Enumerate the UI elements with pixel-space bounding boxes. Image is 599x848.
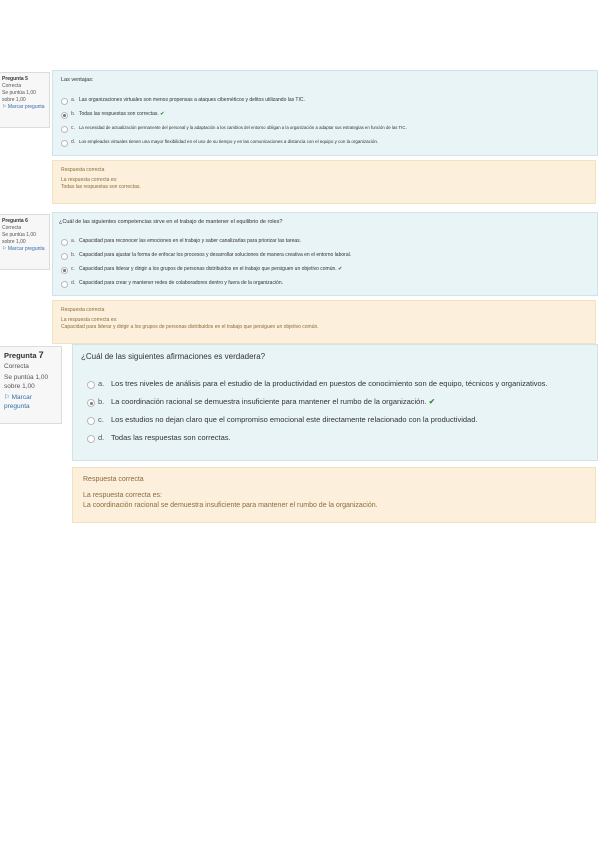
answer-radio[interactable] — [61, 126, 68, 133]
feedback-title: Respuesta correcta — [61, 307, 105, 313]
answer-radio-selected[interactable] — [87, 399, 95, 407]
question-status: Correcta — [2, 225, 22, 231]
answer-option-a[interactable]: a. Las organizaciones virtuales son meno… — [61, 97, 591, 107]
answer-text: Capacidad para reconocer las emociones e… — [79, 238, 302, 244]
answer-text: Los tres niveles de análisis para el est… — [111, 379, 548, 388]
flag-question-link[interactable]: ⚐ Marcar pregunta — [2, 104, 47, 111]
answer-option-b[interactable]: b. Capacidad para ajustar la forma de en… — [61, 252, 591, 262]
flag-icon: ⚐ — [2, 246, 7, 252]
question-info: Pregunta 6 Correcta Se puntúa 1,00 sobre… — [0, 214, 50, 270]
feedback-title: Respuesta correcta — [61, 167, 105, 173]
answer-text: La coordinación racional se demuestra in… — [111, 397, 435, 406]
answer-radio[interactable] — [61, 253, 68, 260]
question-text: ¿Cuál de las siguientes competencias sir… — [59, 219, 283, 225]
answer-option-b[interactable]: b. La coordinación racional se demuestra… — [87, 397, 592, 409]
question-number: Pregunta 6 — [2, 218, 28, 224]
answer-option-c[interactable]: c. Capacidad para liderar y dirigir a lo… — [61, 266, 591, 276]
flag-icon: ⚐ — [4, 394, 10, 401]
question-content: ¿Cuál de las siguientes afirmaciones es … — [72, 344, 598, 461]
question-7: Pregunta 7 Correcta Se puntúa 1,00 sobre… — [0, 344, 599, 528]
feedback-box: Respuesta correcta La respuesta correcta… — [72, 467, 596, 523]
feedback-intro: La respuesta correcta es: — [83, 492, 162, 499]
question-info: Pregunta 5 Correcta Se puntúa 1,00 sobre… — [0, 72, 50, 128]
answer-option-d[interactable]: d. Todas las respuestas son correctas. — [87, 433, 592, 445]
answer-radio[interactable] — [61, 140, 68, 147]
check-icon: ✔ — [428, 397, 435, 406]
question-status: Correcta — [2, 83, 22, 89]
feedback-box: Respuesta correcta La respuesta correcta… — [52, 160, 596, 204]
feedback-box: Respuesta correcta La respuesta correcta… — [52, 300, 596, 344]
answer-radio[interactable] — [87, 435, 95, 443]
answer-radio[interactable] — [87, 381, 95, 389]
answer-radio[interactable] — [87, 417, 95, 425]
answer-text: Todas las respuestas son correctas. — [111, 433, 231, 442]
question-grade: Se puntúa 1,00 sobre 1,00 — [2, 232, 36, 245]
question-text: Las ventajas: — [61, 77, 94, 83]
feedback-intro: La respuesta correcta es: — [61, 317, 118, 323]
feedback-title: Respuesta correcta — [83, 476, 144, 483]
check-icon: ✔ — [160, 111, 165, 117]
answer-option-b[interactable]: b. Todas las respuestas son correctas. ✔ — [61, 111, 591, 121]
answer-text: Capacidad para liderar y dirigir a los g… — [79, 266, 343, 272]
answer-text: Capacidad para ajustar la forma de enfoc… — [79, 252, 352, 258]
answer-option-c[interactable]: c. La necesidad de actualización permane… — [61, 125, 591, 135]
answer-radio-selected[interactable] — [61, 112, 68, 119]
answer-radio[interactable] — [61, 98, 68, 105]
answer-text: Capacidad para crear y mantener redes de… — [79, 280, 284, 286]
question-number: Pregunta 5 — [2, 76, 28, 82]
question-status: Correcta — [4, 363, 29, 370]
answer-radio-selected[interactable] — [61, 267, 68, 274]
question-content: Las ventajas: a. Las organizaciones virt… — [52, 70, 598, 156]
question-info: Pregunta 7 Correcta Se puntúa 1,00 sobre… — [0, 346, 62, 424]
flag-question-link[interactable]: ⚐ Marcar pregunta — [2, 246, 47, 253]
feedback-answer: Todas las respuestas son correctas. — [61, 184, 141, 190]
answer-option-a[interactable]: a. Capacidad para reconocer las emocione… — [61, 238, 591, 248]
answer-option-a[interactable]: a. Los tres niveles de análisis para el … — [87, 379, 592, 391]
answer-text: Las organizaciones virtuales son menos p… — [79, 97, 305, 103]
answer-text: Todas las respuestas son correctas. ✔ — [79, 111, 165, 117]
feedback-intro: La respuesta correcta es: — [61, 177, 118, 183]
feedback-answer: Capacidad para liderar y dirigir a los g… — [61, 324, 319, 330]
question-6: Pregunta 6 Correcta Se puntúa 1,00 sobre… — [0, 212, 599, 344]
question-grade: Se puntúa 1,00 sobre 1,00 — [2, 90, 36, 103]
question-number: Pregunta 7 — [4, 350, 44, 361]
answer-text: Los empleados virtuales tienen una mayor… — [79, 139, 379, 144]
check-icon: ✔ — [338, 266, 343, 272]
question-content: ¿Cuál de las siguientes competencias sir… — [52, 212, 598, 296]
flag-icon: ⚐ — [2, 104, 7, 110]
answer-option-d[interactable]: d. Los empleados virtuales tienen una ma… — [61, 139, 591, 149]
answer-text: La necesidad de actualización permanente… — [79, 125, 407, 130]
answer-text: Los estudios no dejan claro que el compr… — [111, 415, 478, 424]
feedback-answer: La coordinación racional se demuestra in… — [83, 502, 378, 509]
answer-radio[interactable] — [61, 239, 68, 246]
question-text: ¿Cuál de las siguientes afirmaciones es … — [81, 352, 266, 361]
answer-option-d[interactable]: d. Capacidad para crear y mantener redes… — [61, 280, 591, 290]
answer-option-c[interactable]: c. Los estudios no dejan claro que el co… — [87, 415, 592, 427]
question-5: Pregunta 5 Correcta Se puntúa 1,00 sobre… — [0, 70, 599, 205]
question-grade: Se puntúa 1,00 sobre 1,00 — [4, 374, 49, 390]
flag-question-link[interactable]: ⚐ Marcar pregunta — [4, 393, 57, 411]
answer-radio[interactable] — [61, 281, 68, 288]
